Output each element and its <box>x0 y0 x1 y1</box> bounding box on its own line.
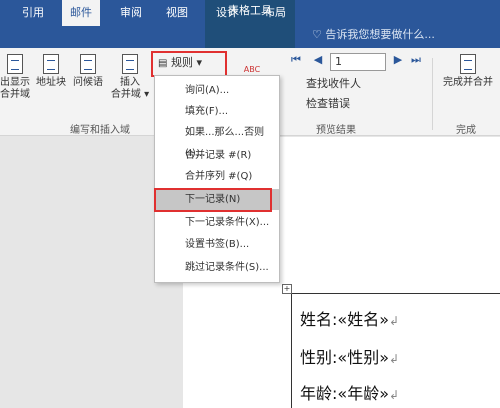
tab-view[interactable]: 视图 <box>158 0 196 26</box>
tab-review[interactable]: 审阅 <box>112 0 150 26</box>
record-number-input[interactable]: 1 <box>330 53 386 71</box>
gender-label: 性别: <box>300 348 338 367</box>
tab-mailings[interactable]: 邮件 <box>62 0 100 26</box>
rules-button-highlight <box>151 51 227 77</box>
finish-merge-button[interactable]: 完成并合并 <box>438 54 498 89</box>
address-block-button[interactable]: 地址块 <box>34 54 68 89</box>
merge-table: 姓名:«姓名»↲ 性别:«性别»↲ 年龄:«年龄»↲ <box>291 293 500 408</box>
row-gender: 性别:«性别»↲ <box>300 344 399 368</box>
tab-references[interactable]: 引用 <box>14 0 52 26</box>
menu-item-fill-in[interactable]: 填充(F)... <box>155 101 279 122</box>
insert-merge-field-button[interactable]: 插入 合并域 ▾ <box>108 54 152 101</box>
menu-item-merge-sequence[interactable]: 合并序列 #(Q) <box>155 166 279 187</box>
previous-record-icon[interactable]: ◀ <box>312 54 324 66</box>
merge-fields-icon <box>7 54 23 74</box>
age-label: 年龄: <box>300 384 338 403</box>
group-label-preview: 预览结果 <box>316 125 356 136</box>
tell-me-box[interactable]: ♡ 告诉我您想要做什么... <box>312 22 435 48</box>
tab-layout[interactable]: 布局 <box>256 0 294 26</box>
group-separator <box>432 58 433 130</box>
rules-dropdown-menu: 询问(A)... 填充(F)... 如果...那么...否则(I)... 合并记… <box>154 75 280 283</box>
menu-item-set-bookmark[interactable]: 设置书签(B)... <box>155 234 279 255</box>
insert-merge-field-icon <box>122 54 138 74</box>
paragraph-mark: ↲ <box>389 352 400 366</box>
check-errors-button[interactable]: 检查错误 <box>306 98 386 110</box>
menu-item-if-then-else[interactable]: 如果...那么...否则(I)... <box>155 122 279 159</box>
tab-design[interactable]: 设计 <box>208 0 246 26</box>
greeting-line-label: 问候语 <box>73 77 103 88</box>
paragraph-mark: ↲ <box>389 388 400 402</box>
menu-item-ask[interactable]: 询问(A)... <box>155 80 279 101</box>
paragraph-mark: ↲ <box>389 314 400 328</box>
last-record-icon[interactable]: ⏭ <box>410 54 422 66</box>
name-field[interactable]: «姓名» <box>337 310 389 329</box>
find-recipient-button[interactable]: 查找收件人 <box>306 78 386 90</box>
age-field[interactable]: «年龄» <box>337 384 389 403</box>
next-record-highlight <box>154 188 272 212</box>
menu-item-merge-record[interactable]: 合并记录 #(R) <box>155 145 279 166</box>
highlight-merge-fields-button[interactable]: 出显示 合并域 <box>0 54 30 101</box>
group-label-write-insert: 编写和插入域 <box>70 125 130 136</box>
table-move-handle-icon[interactable]: + <box>282 284 292 294</box>
address-block-icon <box>43 54 59 74</box>
gender-field[interactable]: «性别» <box>337 348 389 367</box>
highlight-merge-fields-label: 出显示 合并域 <box>0 77 30 100</box>
finish-merge-label: 完成并合并 <box>443 77 493 88</box>
greeting-line-icon <box>80 54 96 74</box>
tell-me-text: 告诉我您想要做什么... <box>325 28 435 41</box>
menu-item-next-record-if[interactable]: 下一记录条件(X)... <box>155 212 279 233</box>
group-label-finish: 完成 <box>456 125 476 136</box>
row-age: 年龄:«年龄»↲ <box>300 380 399 404</box>
row-name: 姓名:«姓名»↲ <box>300 306 399 330</box>
next-record-icon[interactable]: ▶ <box>392 54 404 66</box>
first-record-icon[interactable]: ⏮ <box>290 54 302 66</box>
name-label: 姓名: <box>300 310 338 329</box>
lightbulb-icon: ♡ <box>312 28 326 41</box>
insert-merge-field-label: 插入 合并域 ▾ <box>110 77 150 100</box>
greeting-line-button[interactable]: 问候语 <box>70 54 106 89</box>
menu-item-skip-record-if[interactable]: 跳过记录条件(S)... <box>155 257 279 278</box>
finish-merge-icon <box>460 54 476 74</box>
address-block-label: 地址块 <box>36 77 66 88</box>
